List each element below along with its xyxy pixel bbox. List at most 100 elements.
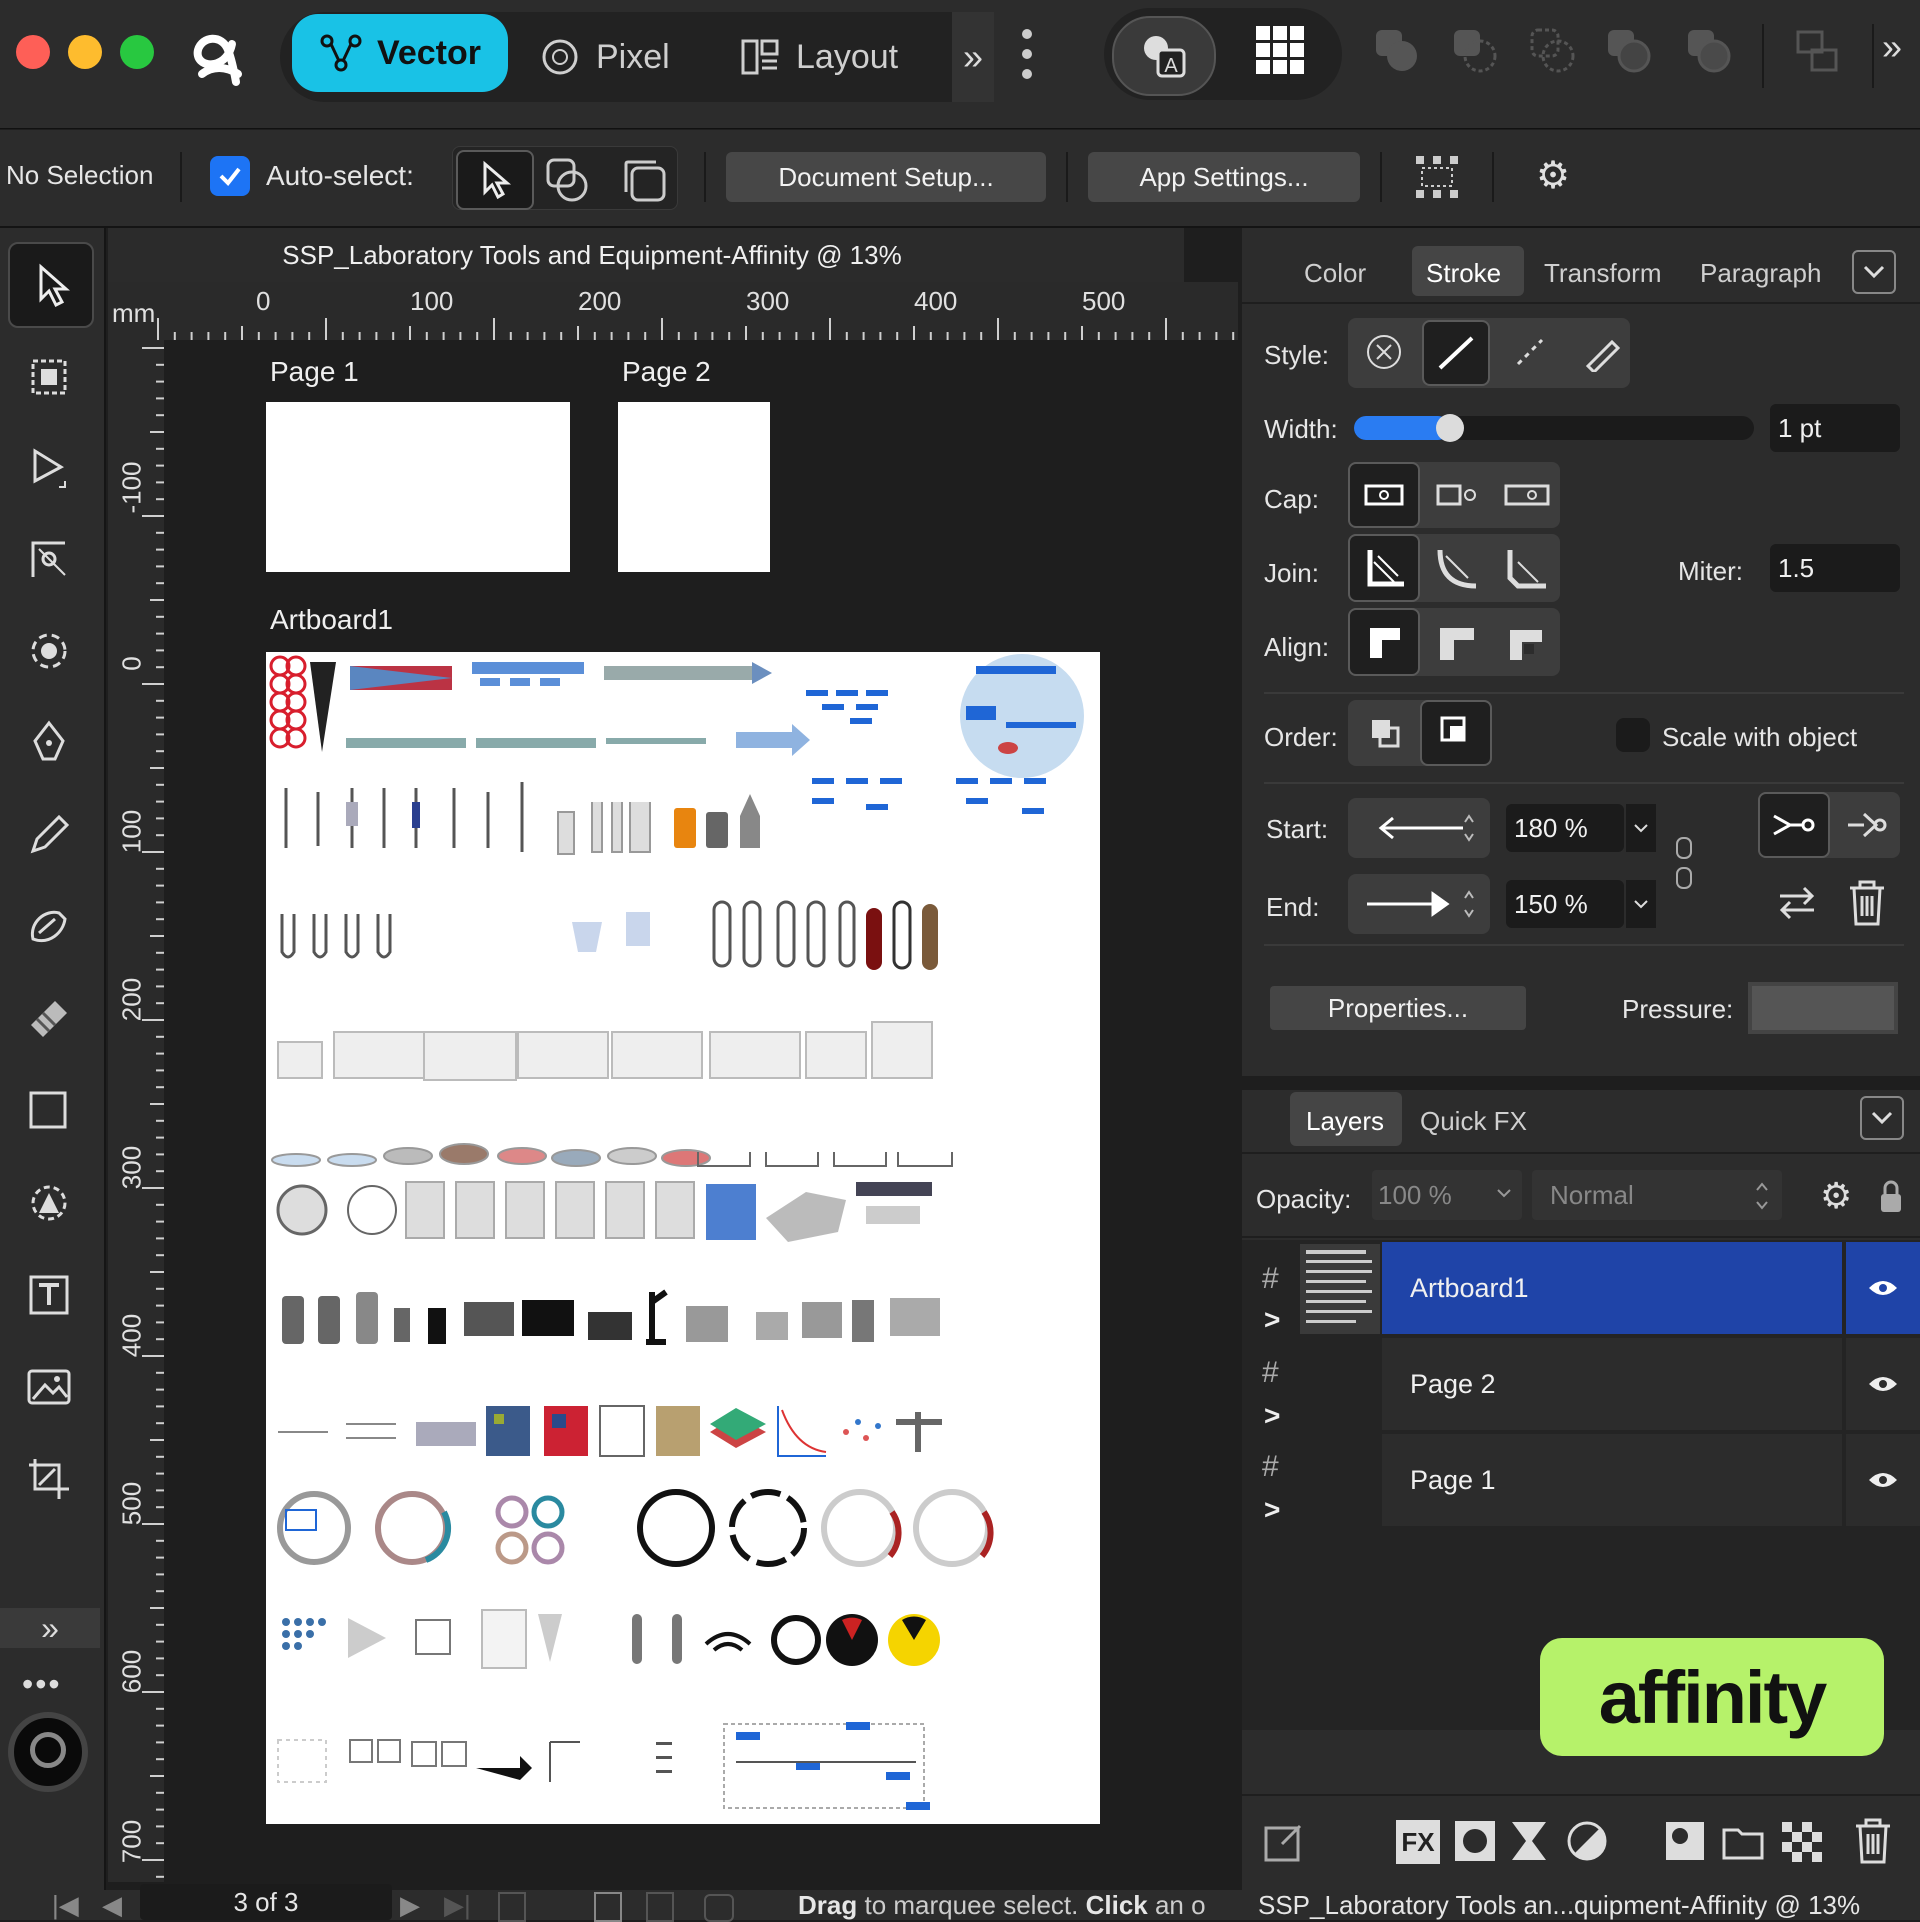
solid-line-style-icon[interactable] [1422, 320, 1490, 386]
grid-view-icon[interactable] [1254, 24, 1306, 76]
stroke-behind-fill-icon[interactable] [1360, 708, 1410, 758]
no-stroke-icon[interactable] [1364, 332, 1404, 372]
more-personas-chevron-icon[interactable]: » [952, 12, 994, 102]
page-list-icon[interactable] [646, 1892, 674, 1922]
start-arrowhead-select[interactable] [1348, 798, 1490, 858]
eye-icon[interactable] [1846, 1242, 1920, 1334]
opacity-chevron-down-icon[interactable] [1494, 1186, 1514, 1200]
stroke-front-fill-icon[interactable] [1420, 700, 1492, 766]
spread-icon[interactable] [594, 1892, 622, 1922]
tab-transform[interactable]: Transform [1544, 258, 1662, 289]
app-settings-button[interactable]: App Settings... [1088, 152, 1360, 202]
select-group-mode-icon[interactable] [620, 156, 670, 206]
mask-icon[interactable] [1452, 1818, 1498, 1864]
image-tool-icon[interactable] [8, 1346, 90, 1428]
document-setup-button[interactable]: Document Setup... [726, 152, 1046, 202]
align-outside-stroke-icon[interactable] [1502, 616, 1552, 670]
boolean-xor-icon[interactable] [1604, 26, 1654, 76]
layer-settings-gear-icon[interactable]: ⚙ [1820, 1176, 1860, 1216]
add-pixel-layer-icon[interactable] [1662, 1818, 1708, 1864]
edit-layer-icon[interactable] [1262, 1820, 1306, 1864]
fill-tool-icon[interactable] [8, 978, 90, 1060]
minimize-window-button[interactable] [68, 35, 102, 69]
first-page-icon[interactable]: |◀ [52, 1890, 79, 1921]
width-slider-thumb[interactable] [1436, 414, 1464, 442]
auto-select-checkbox[interactable] [210, 156, 250, 196]
fx-icon[interactable]: FX [1396, 1820, 1440, 1864]
last-page-icon[interactable]: ▶| [444, 1890, 471, 1921]
zoom-window-button[interactable] [120, 35, 154, 69]
rectangle-tool-icon[interactable] [8, 1070, 90, 1152]
trash-icon[interactable] [1842, 876, 1892, 930]
align-inside-stroke-icon[interactable] [1432, 616, 1482, 670]
layers-menu-chevron-down-icon[interactable] [1860, 1096, 1904, 1140]
tab-quick-fx[interactable]: Quick FX [1420, 1106, 1527, 1137]
affinity-a-logo[interactable] [188, 20, 256, 88]
page-2[interactable] [618, 402, 770, 572]
layer-row-artboard1[interactable]: Artboard1 [1382, 1242, 1842, 1334]
end-arrowhead-select[interactable] [1348, 874, 1490, 934]
transform-objects-icon[interactable] [1792, 26, 1842, 76]
blend-mode-select[interactable]: Normal [1532, 1170, 1782, 1220]
artboard-1[interactable] [266, 652, 1100, 1824]
layer-row-page-1[interactable]: Page 1 [1382, 1434, 1842, 1526]
texture-line-style-icon[interactable] [1582, 332, 1622, 372]
swap-arrows-icon[interactable] [1772, 878, 1822, 928]
expand-tools-chevron-icon[interactable]: » [0, 1608, 100, 1648]
adjustment-icon[interactable] [1506, 1818, 1552, 1864]
tab-layers[interactable]: Layers [1306, 1106, 1384, 1137]
checkerboard-icon[interactable] [1778, 1818, 1824, 1864]
snapping-grid-icon[interactable] [1414, 154, 1460, 200]
next-page-icon[interactable]: ▶ [400, 1890, 420, 1921]
contour-tool-icon[interactable] [8, 610, 90, 692]
page-counter[interactable]: 3 of 3 [140, 1884, 392, 1920]
arrow-outside-icon[interactable] [1758, 792, 1830, 858]
square-cap-icon[interactable] [1502, 470, 1552, 520]
butt-cap-icon[interactable] [1348, 462, 1420, 528]
eye-icon[interactable] [1846, 1434, 1920, 1526]
bevel-join-icon[interactable] [1502, 542, 1552, 596]
boolean-intersect-icon[interactable] [1528, 26, 1578, 76]
live-filter-icon[interactable] [1564, 1818, 1610, 1864]
close-window-button[interactable] [16, 35, 50, 69]
crop-tool-icon[interactable] [8, 1438, 90, 1520]
vector-persona-button[interactable]: Vector [292, 14, 508, 92]
pencil-tool-icon[interactable] [8, 794, 90, 876]
lock-icon[interactable] [1876, 1176, 1906, 1216]
pen-tool-icon[interactable] [8, 702, 90, 784]
more-tools-icon[interactable]: ••• [22, 1666, 62, 1703]
width-slider[interactable] [1354, 416, 1754, 440]
layer-row-page-2[interactable]: Page 2 [1382, 1338, 1842, 1430]
expand-chevron-right-icon[interactable]: > [1264, 1304, 1294, 1335]
color-well-icon[interactable] [8, 1712, 88, 1792]
round-join-icon[interactable] [1432, 542, 1482, 596]
tab-paragraph[interactable]: Paragraph [1700, 258, 1821, 289]
panel-menu-chevron-down-icon[interactable] [1852, 250, 1896, 294]
delete-layer-trash-icon[interactable] [1850, 1816, 1896, 1866]
artboard-tool-icon[interactable] [8, 336, 90, 418]
miter-join-icon[interactable] [1348, 534, 1420, 602]
canvas[interactable]: mm 0 100 200 300 400 500 -100 0 100 200 … [108, 282, 1238, 1882]
align-center-stroke-icon[interactable] [1348, 608, 1420, 676]
document-tab[interactable]: SSP_Laboratory Tools and Equipment-Affin… [108, 228, 1184, 283]
end-scale-field[interactable]: 150 % [1506, 880, 1624, 928]
page-layout-icon[interactable] [498, 1892, 526, 1922]
vector-brush-tool-icon[interactable] [8, 886, 90, 968]
previous-page-icon[interactable]: ◀ [102, 1890, 122, 1921]
node-tool-icon[interactable] [8, 428, 90, 510]
text-tool-icon[interactable] [8, 1254, 90, 1336]
arrow-inside-icon[interactable] [1842, 800, 1892, 850]
end-scale-chevron-down-icon[interactable] [1626, 880, 1656, 928]
dash-line-style-icon[interactable] [1510, 332, 1550, 372]
expand-chevron-right-icon[interactable]: > [1264, 1494, 1294, 1525]
move-tool-icon[interactable] [8, 242, 94, 328]
corner-tool-icon[interactable] [8, 518, 90, 600]
pixel-persona-button[interactable]: Pixel [540, 12, 670, 102]
expand-chevron-right-icon[interactable]: > [1264, 1400, 1294, 1431]
gear-icon[interactable]: ⚙ [1536, 156, 1576, 196]
round-cap-icon[interactable] [1432, 470, 1482, 520]
select-intersect-mode-icon[interactable] [544, 156, 594, 206]
tab-color[interactable]: Color [1304, 258, 1366, 289]
boolean-divide-icon[interactable] [1684, 26, 1734, 76]
more-menu-icon[interactable] [1012, 24, 1042, 84]
